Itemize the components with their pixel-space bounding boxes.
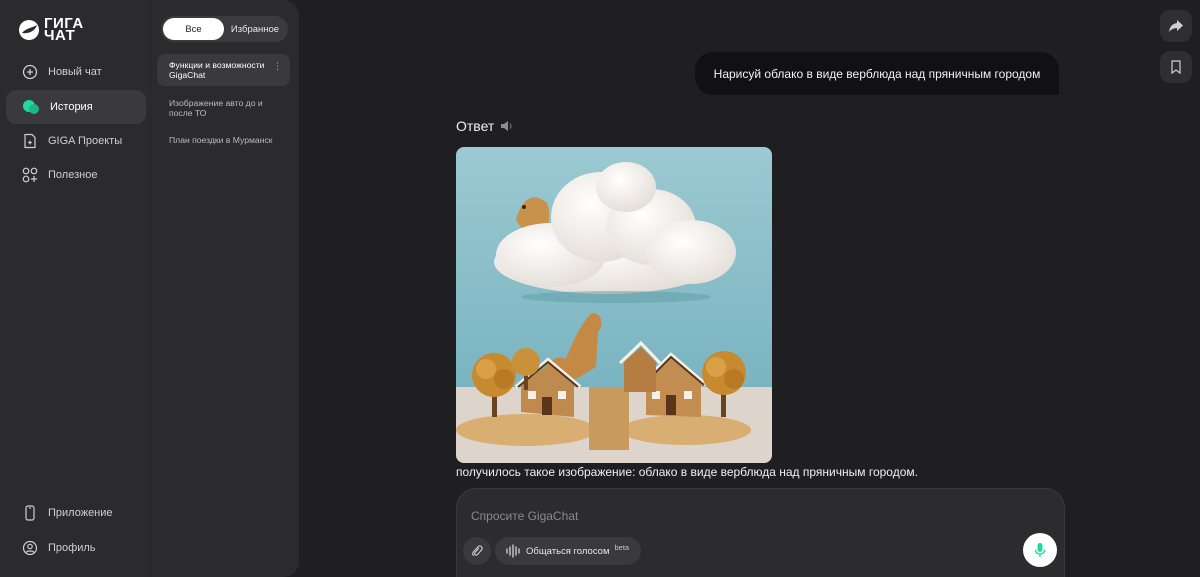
share-button[interactable] <box>1160 10 1192 42</box>
user-circle-icon <box>22 540 38 556</box>
nav-label: Полезное <box>48 169 98 181</box>
beta-badge: beta <box>614 542 630 552</box>
speaker-icon[interactable] <box>500 120 514 132</box>
sidebar-panel: ГИГА ЧАТ Новый чат История GIGA Проекты … <box>0 0 299 577</box>
waveform-icon <box>506 544 520 558</box>
answer-text: получилось такое изображение: облако в в… <box>456 465 918 479</box>
logo[interactable]: ГИГА ЧАТ <box>18 15 104 44</box>
nav-giga-projects[interactable]: GIGA Проекты <box>6 124 146 158</box>
document-sparkle-icon <box>24 133 36 149</box>
main-nav: ГИГА ЧАТ Новый чат История GIGA Проекты … <box>0 0 150 577</box>
generated-image[interactable] <box>456 147 772 463</box>
tab-all[interactable]: Все <box>163 18 224 40</box>
nav-label: GIGA Проекты <box>48 135 123 147</box>
user-message: Нарисуй облако в виде верблюда над пряни… <box>695 52 1059 95</box>
history-item[interactable]: План поездки в Мурманск <box>157 129 290 151</box>
composer: Общаться голосом beta <box>456 488 1065 577</box>
nav-app[interactable]: Приложение <box>6 496 146 530</box>
chat-bubbles-icon <box>23 100 39 114</box>
apps-icon <box>22 167 38 183</box>
nav-useful[interactable]: Полезное <box>6 158 146 192</box>
answer-header: Ответ <box>456 118 514 134</box>
attach-button[interactable] <box>463 537 491 565</box>
camel-cloud-illustration <box>456 147 772 463</box>
history-item[interactable]: Функции и возможности GigaChat ⋮ <box>157 54 290 86</box>
nav-new-chat[interactable]: Новый чат <box>6 55 146 89</box>
bookmark-icon <box>1171 60 1181 74</box>
nav-profile[interactable]: Профиль <box>6 531 146 565</box>
history-item-title: План поездки в Мурманск <box>169 135 273 145</box>
history-filter: Все Избранное <box>161 16 288 42</box>
nav-label: Новый чат <box>48 66 102 78</box>
voice-chat-button[interactable]: Общаться голосом beta <box>495 537 642 565</box>
answer-label: Ответ <box>456 118 495 134</box>
share-arrow-icon <box>1169 20 1183 32</box>
plus-circle-icon <box>22 64 38 80</box>
paperclip-icon <box>472 545 483 557</box>
microphone-button[interactable] <box>1023 533 1057 567</box>
nav-label: История <box>50 101 93 113</box>
logo-text: ГИГА ЧАТ <box>44 15 84 44</box>
nav-label: Профиль <box>48 542 96 554</box>
microphone-icon <box>1034 543 1046 557</box>
more-options-icon[interactable]: ⋮ <box>273 62 282 71</box>
phone-icon <box>25 505 35 521</box>
logo-icon <box>19 20 39 40</box>
nav-history[interactable]: История <box>6 90 146 124</box>
message-input[interactable] <box>471 506 1031 526</box>
user-message-text: Нарисуй облако в виде верблюда над пряни… <box>713 66 1041 81</box>
history-item[interactable]: Изображение авто до и после ТО <box>157 92 290 124</box>
history-item-title: Функции и возможности GigaChat <box>169 60 265 80</box>
history-list: Все Избранное Функции и возможности Giga… <box>151 0 299 577</box>
voice-chat-label: Общаться голосом <box>526 545 610 557</box>
bookmark-button[interactable] <box>1160 51 1192 83</box>
history-item-title: Изображение авто до и после ТО <box>169 98 263 118</box>
tab-favorites[interactable]: Избранное <box>224 18 286 40</box>
nav-label: Приложение <box>48 507 113 519</box>
